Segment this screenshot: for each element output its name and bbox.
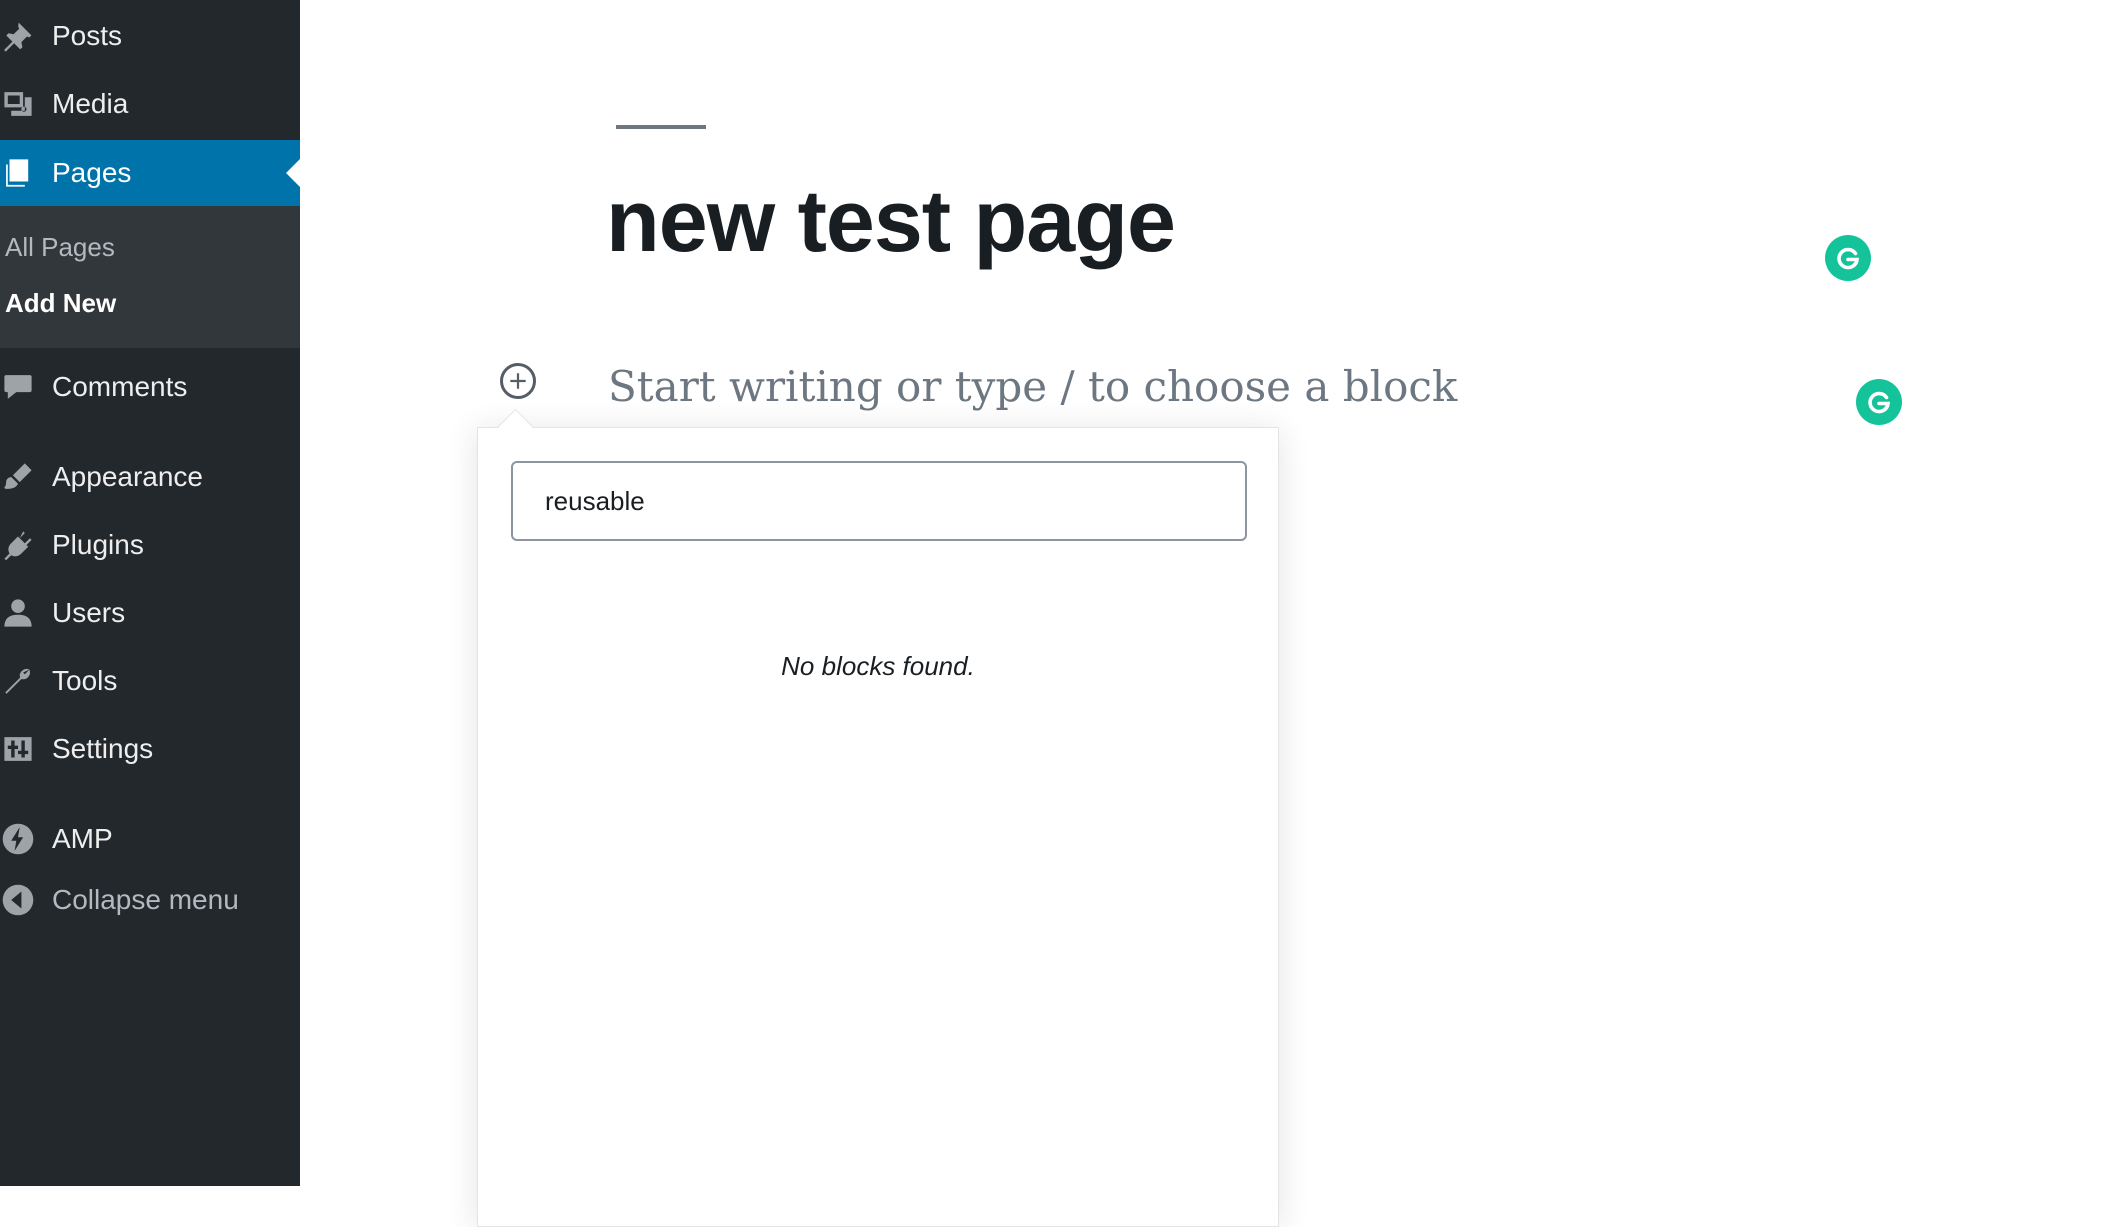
block-search-input[interactable] [511, 461, 1247, 541]
user-icon [0, 595, 36, 631]
media-icon [0, 86, 36, 122]
grammarly-icon[interactable] [1825, 235, 1871, 281]
menu-item-plugins[interactable]: Plugins [0, 512, 300, 578]
block-inserter-popover: No blocks found. [477, 427, 1279, 1227]
plug-icon [0, 527, 36, 563]
plus-icon [510, 373, 526, 389]
menu-label: Tools [52, 665, 118, 696]
menu-item-amp[interactable]: AMP [0, 806, 300, 872]
menu-item-appearance[interactable]: Appearance [0, 444, 300, 510]
settings-icon [0, 731, 36, 767]
amp-icon [0, 821, 36, 857]
admin-sidebar: Posts Media Pages All Pages Add New Comm… [0, 0, 300, 1186]
pages-submenu: All Pages Add New [0, 206, 300, 348]
collapse-menu-button[interactable]: Collapse menu [0, 867, 300, 933]
menu-label: Appearance [52, 461, 204, 492]
menu-label: Media [52, 88, 129, 119]
menu-label: AMP [52, 823, 113, 854]
menu-label: Users [52, 597, 126, 628]
brush-icon [0, 459, 36, 495]
pages-icon [0, 155, 36, 191]
collapse-menu-label: Collapse menu [52, 884, 239, 915]
menu-item-media[interactable]: Media [0, 71, 300, 137]
menu-item-posts[interactable]: Posts [0, 3, 300, 69]
menu-item-comments[interactable]: Comments [0, 354, 300, 420]
submenu-item-add-new[interactable]: Add New [5, 288, 116, 319]
grammarly-icon[interactable] [1856, 379, 1902, 425]
active-indicator [286, 159, 300, 187]
menu-label: Pages [52, 157, 132, 188]
block-placeholder[interactable]: Start writing or type / to choose a bloc… [608, 362, 1457, 411]
menu-label: Comments [52, 371, 188, 402]
menu-label: Posts [52, 20, 123, 51]
menu-item-users[interactable]: Users [0, 580, 300, 646]
post-title[interactable]: new test page [606, 170, 1176, 272]
menu-label: Settings [52, 733, 154, 764]
no-blocks-message: No blocks found. [781, 651, 975, 681]
submenu-item-all-pages[interactable]: All Pages [5, 232, 115, 263]
add-block-button[interactable] [500, 363, 536, 399]
title-divider [616, 125, 706, 129]
wrench-icon [0, 663, 36, 699]
pin-icon [0, 18, 36, 54]
menu-label: Plugins [52, 529, 144, 560]
menu-item-settings[interactable]: Settings [0, 716, 300, 782]
menu-item-pages[interactable]: Pages [0, 140, 300, 206]
collapse-icon [0, 882, 36, 918]
comment-icon [0, 369, 36, 405]
menu-item-tools[interactable]: Tools [0, 648, 300, 714]
